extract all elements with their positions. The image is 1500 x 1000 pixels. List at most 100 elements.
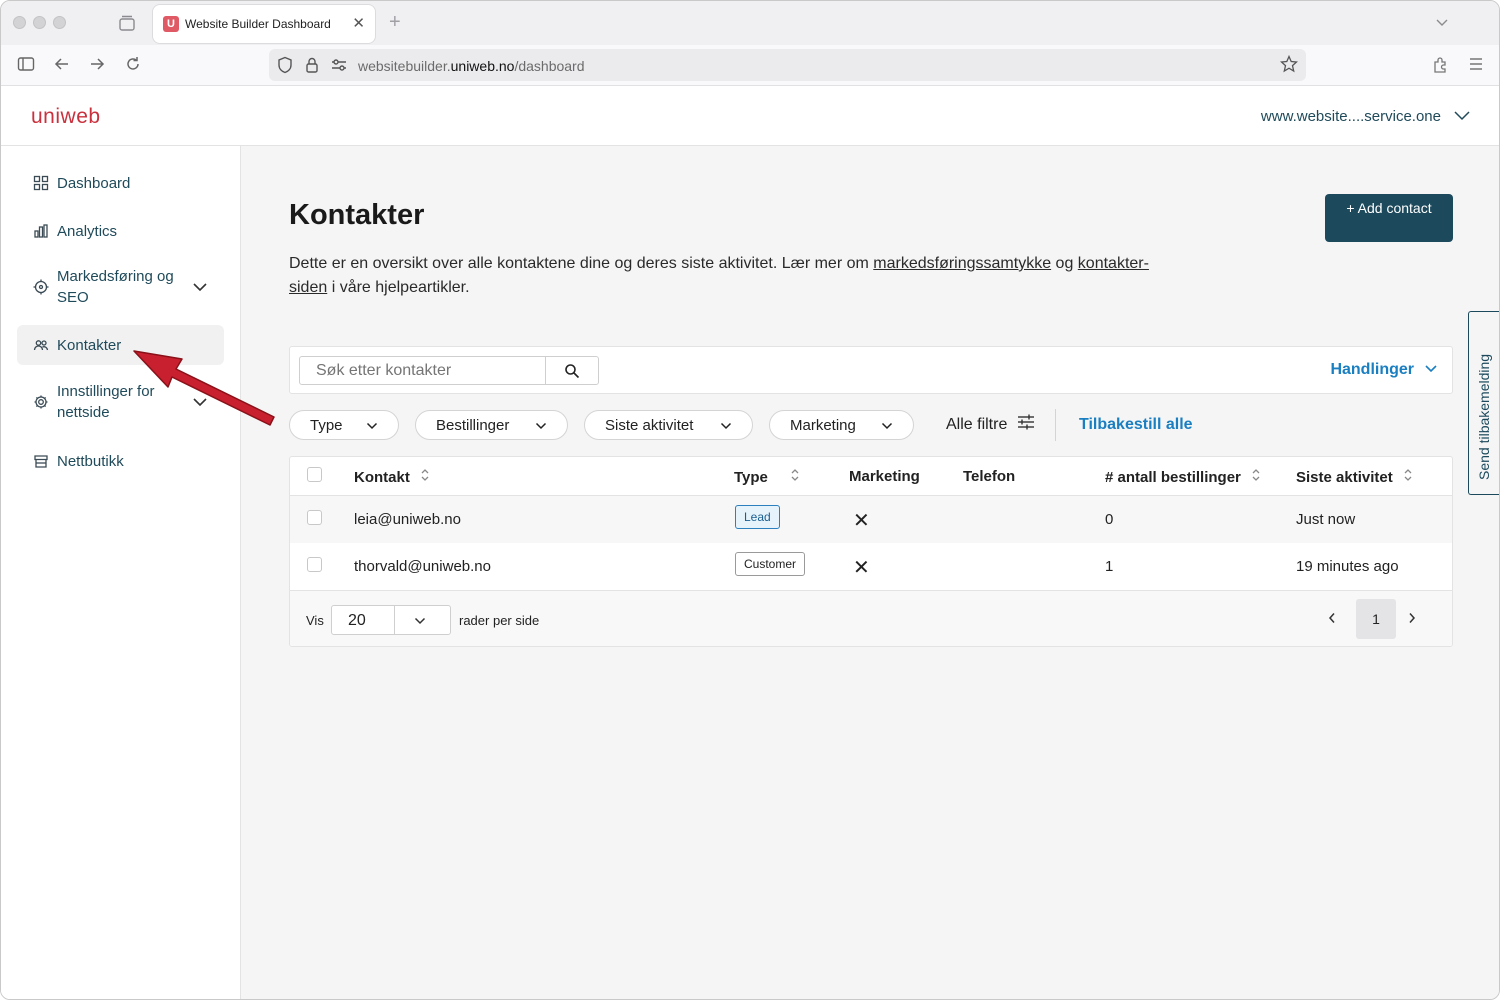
marketing-x-icon: ✕ xyxy=(853,510,870,532)
next-page-icon[interactable] xyxy=(1408,611,1416,629)
store-icon xyxy=(33,453,49,469)
sidebar-item-marketing-seo[interactable]: Markedsføring og SEO xyxy=(17,266,224,308)
tab-favicon-icon: U xyxy=(163,16,179,32)
column-header-marketing: Marketing xyxy=(849,468,920,485)
forward-icon[interactable] xyxy=(88,55,106,78)
all-filters-button[interactable]: Alle filtre xyxy=(946,414,1035,435)
lock-icon[interactable] xyxy=(305,56,319,79)
extensions-icon[interactable] xyxy=(1432,55,1450,78)
sidebar-item-label: Markedsføring og SEO xyxy=(57,268,174,306)
chevron-down-icon[interactable] xyxy=(192,279,208,296)
app-header: uniweb www.website....service.one xyxy=(1,86,1499,146)
filter-last-activity[interactable]: Siste aktivitet xyxy=(584,410,753,440)
type-badge: Customer xyxy=(735,552,806,576)
filter-label: Marketing xyxy=(790,416,856,434)
url-text[interactable]: websitebuilder.uniweb.no/dashboard xyxy=(358,58,585,74)
annotation-arrow-icon xyxy=(133,350,275,426)
previous-page-icon[interactable] xyxy=(1328,611,1336,629)
url-bar[interactable]: websitebuilder.uniweb.no/dashboard xyxy=(269,49,1306,81)
row-checkbox[interactable] xyxy=(307,557,322,572)
chevron-down-icon xyxy=(366,417,378,434)
new-tab-icon[interactable]: + xyxy=(389,11,401,34)
table-row[interactable]: thorvald@uniweb.no Customer ✕ 1 19 minut… xyxy=(290,543,1452,590)
sort-icon[interactable] xyxy=(790,468,800,486)
tab-close-icon[interactable]: ✕ xyxy=(352,14,365,32)
sidebar-item-label: Analytics xyxy=(57,222,118,240)
search-icon xyxy=(564,363,580,384)
browser-tab-bar: U Website Builder Dashboard ✕ + xyxy=(1,1,1499,45)
uniweb-logo[interactable]: uniweb xyxy=(31,105,101,129)
site-settings-icon[interactable] xyxy=(331,57,347,78)
chevron-down-icon xyxy=(535,417,547,434)
row-checkbox[interactable] xyxy=(307,510,322,525)
filter-label: Type xyxy=(310,416,343,434)
search-panel: Handlinger xyxy=(289,346,1453,394)
contact-email[interactable]: leia@uniweb.no xyxy=(354,511,461,528)
orders-count: 0 xyxy=(1105,511,1114,528)
divider xyxy=(1055,409,1056,441)
sort-icon[interactable] xyxy=(1403,468,1413,486)
page-number-button[interactable]: 1 xyxy=(1356,599,1396,639)
chevron-down-icon xyxy=(881,417,893,434)
search-button[interactable] xyxy=(545,356,599,385)
sidebar-item-dashboard[interactable]: Dashboard xyxy=(17,168,224,198)
back-icon[interactable] xyxy=(53,55,71,78)
type-badge: Lead xyxy=(735,505,780,529)
actions-dropdown[interactable]: Handlinger xyxy=(1330,361,1438,379)
sidebar-item-label: Nettbutikk xyxy=(57,452,124,470)
sidebar-toggle-icon[interactable] xyxy=(17,55,35,78)
table-row[interactable]: leia@uniweb.no Lead ✕ 0 Just now xyxy=(290,496,1452,543)
contact-email[interactable]: thorvald@uniweb.no xyxy=(354,558,491,575)
all-filters-label: Alle filtre xyxy=(946,415,1008,433)
filter-type[interactable]: Type xyxy=(289,410,399,440)
rows-per-page-label: rader per side xyxy=(459,613,540,628)
sidebar-item-label: Dashboard xyxy=(57,174,131,192)
tab-list-chevron-icon[interactable] xyxy=(1435,15,1449,34)
chevron-down-icon xyxy=(720,417,732,434)
column-header-contact[interactable]: Kontakt xyxy=(354,468,430,486)
table-footer: Vis 20 rader per side 1 xyxy=(290,590,1452,646)
orders-count: 1 xyxy=(1105,558,1114,575)
grid-icon xyxy=(33,175,49,191)
gear-icon xyxy=(33,394,49,410)
browser-tab-active[interactable]: U Website Builder Dashboard ✕ xyxy=(153,5,375,43)
divider xyxy=(394,606,395,634)
send-feedback-tab[interactable]: Send tilbakemelding xyxy=(1468,311,1499,495)
sidebar-item-analytics[interactable]: Analytics xyxy=(17,216,224,246)
filter-orders[interactable]: Bestillinger xyxy=(415,410,568,440)
sliders-icon xyxy=(1017,414,1035,435)
sort-icon[interactable] xyxy=(420,468,430,486)
window-minimize-dot[interactable] xyxy=(33,16,46,29)
window-zoom-dot[interactable] xyxy=(53,16,66,29)
reload-icon[interactable] xyxy=(124,55,142,78)
search-input[interactable] xyxy=(299,356,546,385)
tab-overview-icon[interactable] xyxy=(118,14,136,32)
marketing-consent-link[interactable]: markedsføringssamtykke xyxy=(873,255,1051,272)
site-name: www.website....service.one xyxy=(1260,108,1441,125)
select-all-checkbox[interactable] xyxy=(307,467,322,482)
rows-per-page-select[interactable]: 20 xyxy=(331,605,451,635)
filter-label: Bestillinger xyxy=(436,416,510,434)
page-description: Dette er en oversikt over alle kontakten… xyxy=(289,255,1149,296)
bookmark-star-icon[interactable] xyxy=(1279,54,1299,78)
column-header-type[interactable]: Type xyxy=(734,468,800,486)
contacts-table: Kontakt Type Marketing Telefon # antall … xyxy=(289,456,1453,647)
main-content: Kontakter Dette er en oversikt over alle… xyxy=(241,146,1499,999)
sidebar-item-webshop[interactable]: Nettbutikk xyxy=(17,446,224,476)
filter-marketing[interactable]: Marketing xyxy=(769,410,914,440)
users-icon xyxy=(33,337,49,353)
shield-icon[interactable] xyxy=(277,56,293,79)
chevron-down-icon xyxy=(1424,361,1438,379)
reset-all-button[interactable]: Tilbakestill alle xyxy=(1079,416,1193,434)
send-feedback-label: Send tilbakemelding xyxy=(1476,353,1492,480)
filter-label: Siste aktivitet xyxy=(605,416,694,434)
column-header-last-activity[interactable]: Siste aktivitet xyxy=(1296,468,1413,486)
sort-icon[interactable] xyxy=(1251,468,1261,486)
menu-icon[interactable] xyxy=(1468,55,1484,78)
add-contact-button[interactable]: + Add contact xyxy=(1325,194,1453,242)
marketing-x-icon: ✕ xyxy=(853,557,870,579)
site-selector[interactable]: www.website....service.one xyxy=(1261,108,1471,125)
column-header-orders[interactable]: # antall bestillinger xyxy=(1105,468,1261,486)
column-header-phone: Telefon xyxy=(963,468,1016,485)
window-close-dot[interactable] xyxy=(13,16,26,29)
